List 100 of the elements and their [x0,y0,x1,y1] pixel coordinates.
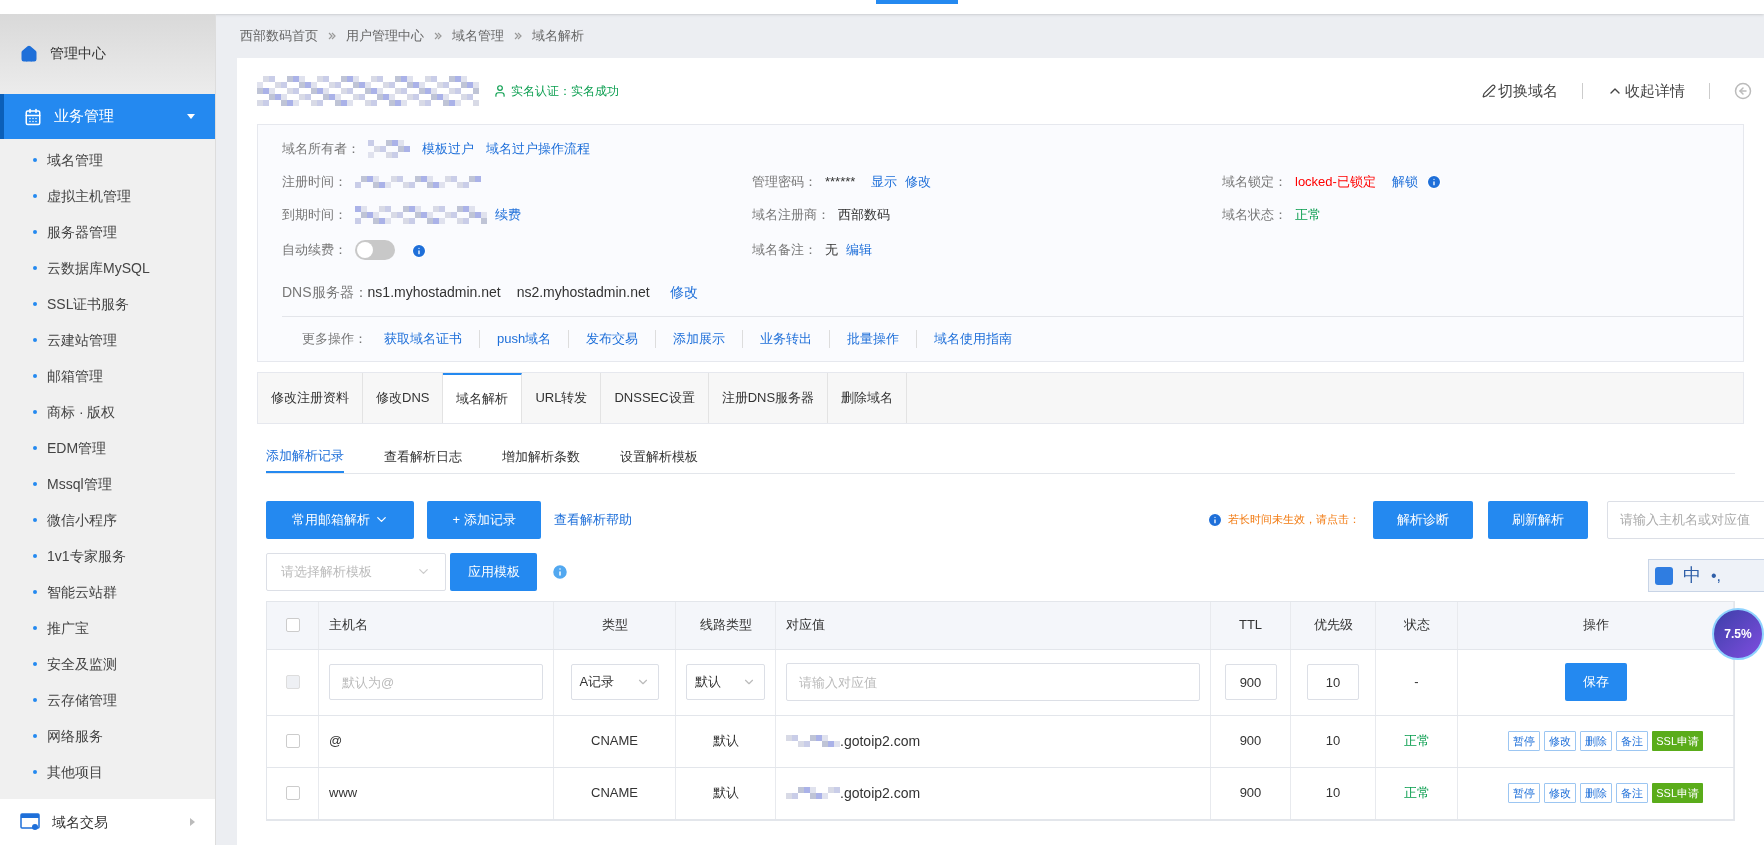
field-value: ****** [825,173,856,192]
sidebar-item[interactable]: 虚拟主机管理 [47,185,131,207]
checkbox[interactable] [285,734,300,748]
notice-text: 若长时间未生效，请点击： [1228,512,1360,528]
ime-punctuation[interactable]: •, [1711,563,1722,588]
table-cell-text: .gotoip2.com [840,731,921,751]
subtab[interactable]: 查看解析日志 [384,441,462,473]
sidebar-item[interactable]: 其他项目 [47,761,103,783]
link[interactable]: 域名使用指南 [917,329,1030,349]
table-cell-text: 默认 [712,784,739,803]
link[interactable]: 业务转出 [743,329,830,349]
link[interactable]: 查看解析帮助 [554,509,632,530]
breadcrumb-item[interactable]: 西部数码首页 [240,26,318,46]
sidebar-item[interactable]: 服务器管理 [47,221,117,243]
sidebar-item[interactable]: 推广宝 [47,617,89,639]
bullet-icon [33,770,37,775]
action-button[interactable]: 暂停 [1508,783,1541,803]
column-header: 对应值 [786,616,825,635]
link[interactable]: 模板过户 [422,139,474,159]
sidebar-item[interactable]: 云存储管理 [47,689,117,711]
tab[interactable]: 修改注册资料 [258,372,363,423]
sidebar-item[interactable]: 网络服务 [47,725,103,747]
link[interactable]: 编辑 [846,240,872,260]
action-button[interactable]: 暂停 [1508,731,1541,751]
link[interactable]: 修改 [905,172,932,192]
calendar-icon [24,107,42,126]
apply-template-button[interactable]: 应用模板 [450,552,537,591]
sidebar-item[interactable]: 商标 · 版权 [47,401,116,423]
ime-mode[interactable]: 中 [1683,562,1701,589]
sidebar-item[interactable]: Mssql管理 [47,473,112,495]
subtab[interactable]: 设置解析模板 [620,441,698,473]
header-action[interactable]: 收起详情 [1607,79,1685,103]
subtab[interactable]: 增加解析条数 [502,441,580,473]
info-icon[interactable] [1207,511,1223,528]
subtab[interactable]: 添加解析记录 [266,441,344,473]
tab[interactable]: DNSSEC设置 [601,372,709,423]
sidebar-item[interactable]: 微信小程序 [47,509,117,531]
action-button[interactable]: 备注 [1616,783,1649,803]
action-button[interactable]: 修改 [1544,731,1577,751]
table-cell-text: www [329,784,358,803]
checkbox[interactable] [285,786,300,800]
sidebar-item[interactable]: 域名管理 [47,149,103,171]
link[interactable]: 批量操作 [830,329,917,349]
info-icon[interactable] [551,562,569,581]
sidebar-item[interactable]: EDM管理 [47,437,107,459]
field-label: 到期时间： [282,206,347,225]
status-text: 正常 [1403,784,1430,803]
sidebar-item[interactable]: 安全及监测 [47,653,117,675]
ssl-button[interactable]: SSL申请 [1652,783,1703,803]
sidebar-item[interactable]: 云建站管理 [47,329,117,351]
link[interactable]: 修改 [669,281,698,303]
field-label: 域名注册商： [752,206,830,225]
link[interactable]: 获取域名证书 [367,329,479,349]
refresh-button[interactable]: 刷新解析 [1488,500,1588,539]
link[interactable]: 续费 [495,205,521,225]
column-header: TTL [1238,616,1263,635]
sidebar-header[interactable]: 管理中心 [50,43,106,65]
sidebar-item[interactable]: 云数据库MySQL [47,257,150,279]
add-record-button[interactable]: + 添加记录 [427,500,541,539]
toggle-switch[interactable] [355,240,395,260]
status-text: - [1414,673,1419,692]
sidebar-footer-item[interactable]: 域名交易 [0,799,215,845]
action-button[interactable]: 删除 [1580,783,1613,803]
home-icon [20,44,38,63]
diagnose-button[interactable]: 解析诊断 [1373,500,1473,539]
tab[interactable]: 删除域名 [828,372,908,423]
table-cell-text: 10 [1325,784,1341,803]
breadcrumb-item[interactable]: 用户管理中心 [346,26,424,46]
sidebar-item[interactable]: 邮箱管理 [47,365,103,387]
link[interactable]: 域名过户操作流程 [486,139,590,159]
sidebar-item[interactable]: 智能云站群 [47,581,117,603]
bullet-icon [33,698,37,703]
bullet-icon [33,662,37,667]
info-icon[interactable] [1425,174,1442,190]
link[interactable]: push域名 [480,329,569,349]
search-field[interactable]: 请输入主机名或对应值 [1607,500,1764,539]
table-cell-text: CNAME [591,784,638,803]
breadcrumb-item[interactable]: 域名解析 [532,26,584,46]
tab[interactable]: 注册DNS服务器 [708,372,829,423]
checkbox[interactable] [285,618,300,632]
info-icon[interactable] [411,242,427,259]
link[interactable]: 添加展示 [656,329,743,349]
back-icon[interactable] [1734,82,1752,100]
action-button[interactable]: 修改 [1544,783,1577,803]
bullet-icon [33,590,37,595]
breadcrumb-item[interactable]: 域名管理 [452,26,504,46]
link[interactable]: 显示 [871,172,898,192]
tab[interactable]: URL转发 [522,372,602,423]
action-button[interactable]: 删除 [1580,731,1613,751]
sidebar-item[interactable]: 1v1专家服务 [47,545,126,567]
link[interactable]: 发布交易 [569,329,656,349]
sidebar-section[interactable]: 业务管理 [0,93,215,140]
tab[interactable]: 域名解析 [443,372,523,423]
column-header: 操作 [1582,616,1609,635]
ssl-button[interactable]: SSL申请 [1652,731,1703,751]
header-action[interactable]: 切换域名 [1482,79,1558,103]
sidebar-item[interactable]: SSL证书服务 [47,293,130,315]
action-button[interactable]: 备注 [1616,731,1649,751]
link[interactable]: 解锁 [1391,172,1418,192]
mail-resolve-button[interactable]: 常用邮箱解析 [266,500,414,539]
